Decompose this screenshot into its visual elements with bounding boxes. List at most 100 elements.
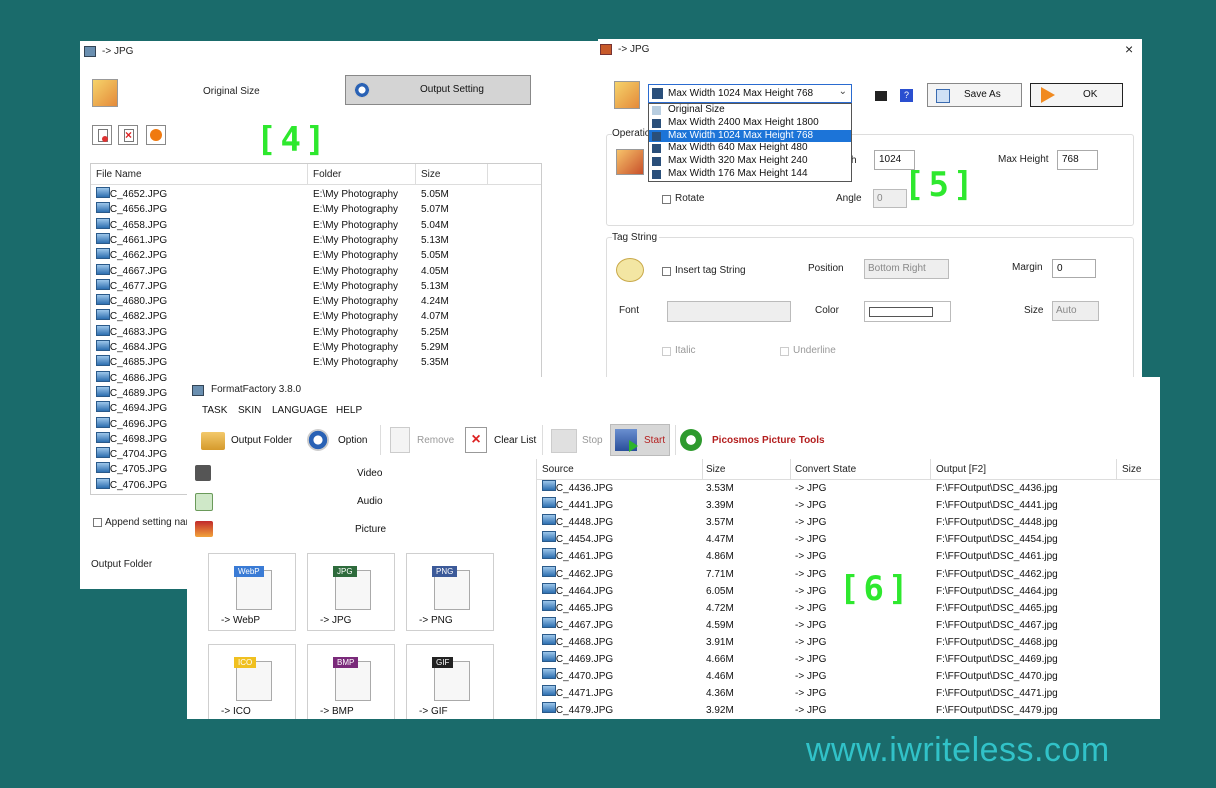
remove-button[interactable]: Remove xyxy=(390,427,458,453)
table-row[interactable]: DSC_4468.JPG 3.91M -> JPG F:\FFOutput\DSC_4… xyxy=(537,633,1160,651)
remove-file-button[interactable]: × xyxy=(118,125,138,145)
table-row[interactable]: DSC_4667.JPG E:\My Photography 4.05M xyxy=(91,263,541,279)
watermark: www.iwriteless.com xyxy=(806,731,1110,769)
col-file-name[interactable]: File Name xyxy=(96,169,142,180)
col-size[interactable]: Size xyxy=(706,464,725,475)
file-name-cell: DSC_4698.JPG xyxy=(96,431,167,447)
format-tile-ico[interactable]: ICO -> ICO xyxy=(208,644,296,719)
preset-option[interactable]: Original Size xyxy=(649,104,851,117)
font-select[interactable] xyxy=(667,301,791,322)
folder-cell: E:\My Photography xyxy=(313,357,399,369)
format-tile-gif[interactable]: GIF -> GIF xyxy=(406,644,494,719)
output-folder-button[interactable]: Output Folder xyxy=(201,427,311,453)
cmd-icon[interactable] xyxy=(875,91,887,101)
table-row[interactable]: DSC_4684.JPG E:\My Photography 5.29M xyxy=(91,340,541,355)
preset-option-label: Max Width 176 Max Height 144 xyxy=(668,168,808,179)
start-button[interactable]: Start xyxy=(610,424,670,456)
col-size[interactable]: Size xyxy=(421,169,440,180)
size-cell: 3.39M xyxy=(706,500,734,512)
append-setting-checkbox[interactable] xyxy=(93,518,102,527)
table-row[interactable]: DSC_4479.JPG 3.92M -> JPG F:\FFOutput\DSC_4… xyxy=(537,702,1160,719)
preset-option[interactable]: Max Width 2400 Max Height 1800 xyxy=(649,117,851,130)
table-row[interactable]: DSC_4685.JPG E:\My Photography 5.35M xyxy=(91,355,541,370)
table-row[interactable]: DSC_4448.JPG 3.57M -> JPG F:\FFOutput\DSC_4… xyxy=(537,514,1160,531)
col-output[interactable]: Output [F2] xyxy=(936,464,986,475)
output-setting-button[interactable]: Output Setting xyxy=(345,75,531,105)
preset-select[interactable]: Max Width 1024 Max Height 768 ⌄ xyxy=(648,84,852,103)
table-row[interactable]: DSC_4661.JPG E:\My Photography 5.13M xyxy=(91,232,541,248)
menu-language[interactable]: LANGUAGE xyxy=(272,405,328,416)
table-row[interactable]: DSC_4461.JPG 4.86M -> JPG F:\FFOutput\DSC_4… xyxy=(537,548,1160,565)
col-source[interactable]: Source xyxy=(542,464,574,475)
table-row[interactable]: DSC_4656.JPG E:\My Photography 5.07M xyxy=(91,202,541,217)
option-label: Option xyxy=(338,435,368,446)
table-row[interactable]: DSC_4454.JPG 4.47M -> JPG F:\FFOutput\DSC_4… xyxy=(537,531,1160,548)
table-row[interactable]: DSC_4662.JPG E:\My Photography 5.05M xyxy=(91,248,541,263)
max-height-input[interactable]: 768 xyxy=(1057,150,1098,170)
preset-option[interactable]: Max Width 176 Max Height 144 xyxy=(649,168,851,181)
category-audio-label: Audio xyxy=(357,496,383,507)
format-tile-bmp[interactable]: BMP -> BMP xyxy=(307,644,395,719)
file-name-cell: DSC_4705.JPG xyxy=(96,462,167,477)
table-row[interactable]: DSC_4680.JPG E:\My Photography 4.24M xyxy=(91,294,541,309)
table-row[interactable]: DSC_4683.JPG E:\My Photography 5.25M xyxy=(91,324,541,340)
close-button[interactable]: × xyxy=(1125,41,1133,57)
stop-icon xyxy=(551,429,577,453)
menu-task[interactable]: TASK xyxy=(202,405,227,416)
menu-help[interactable]: HELP xyxy=(336,405,362,416)
format-tile-jpg[interactable]: JPG -> JPG xyxy=(307,553,395,631)
angle-input[interactable]: 0 xyxy=(873,189,907,208)
source-cell: DSC_4469.JPG xyxy=(542,651,613,668)
size-cell: 4.47M xyxy=(706,534,734,546)
underline-checkbox[interactable] xyxy=(780,347,789,356)
preset-option[interactable]: Max Width 320 Max Height 240 xyxy=(649,155,851,168)
start-label: Start xyxy=(644,435,666,446)
option-button[interactable]: Option xyxy=(307,427,377,453)
preset-option[interactable]: Max Width 1024 Max Height 768 xyxy=(649,129,851,143)
table-row[interactable]: DSC_4467.JPG 4.59M -> JPG F:\FFOutput\DSC_4… xyxy=(537,616,1160,634)
category-audio[interactable]: Audio xyxy=(193,491,533,513)
preset-option[interactable]: Max Width 640 Max Height 480 xyxy=(649,142,851,155)
italic-checkbox[interactable] xyxy=(662,347,671,356)
table-row[interactable]: DSC_4469.JPG 4.66M -> JPG F:\FFOutput\DSC_4… xyxy=(537,651,1160,668)
clear-list-icon: × xyxy=(465,427,487,453)
format-tile-png[interactable]: PNG -> PNG xyxy=(406,553,494,631)
col-divider xyxy=(307,164,308,184)
x-icon: × xyxy=(125,128,133,142)
ok-button[interactable]: OK xyxy=(1030,83,1123,107)
table-row[interactable]: DSC_4652.JPG E:\My Photography 5.05M xyxy=(91,187,541,202)
table-row[interactable]: DSC_4470.JPG 4.46M -> JPG F:\FFOutput\DSC_4… xyxy=(537,668,1160,685)
table-row[interactable]: DSC_4658.JPG E:\My Photography 5.04M xyxy=(91,217,541,233)
stop-button[interactable]: Stop xyxy=(551,427,607,453)
table-row[interactable]: DSC_4436.JPG 3.53M -> JPG F:\FFOutput\DSC_4… xyxy=(537,480,1160,497)
add-file-button[interactable] xyxy=(92,125,112,145)
picosmos-button[interactable]: Picosmos Picture Tools xyxy=(680,427,830,453)
color-select[interactable] xyxy=(864,301,951,322)
insert-tag-checkbox[interactable] xyxy=(662,267,671,276)
col-output-size[interactable]: Size xyxy=(1122,464,1141,475)
size-select[interactable]: Auto xyxy=(1052,301,1099,321)
position-select[interactable]: Bottom Right xyxy=(864,259,949,279)
help-icon[interactable]: ? xyxy=(900,89,913,102)
col-convert-state[interactable]: Convert State xyxy=(795,464,856,475)
folder-cell: E:\My Photography xyxy=(313,265,399,277)
ok-label: OK xyxy=(1083,89,1098,100)
rotate-checkbox[interactable] xyxy=(662,195,671,204)
play-button[interactable] xyxy=(146,125,166,145)
save-as-button[interactable]: Save As xyxy=(927,83,1022,107)
clear-list-button[interactable]: × Clear List xyxy=(465,427,540,453)
col-folder[interactable]: Folder xyxy=(313,169,341,180)
format-tile-webp[interactable]: WebP -> WebP xyxy=(208,553,296,631)
table-row[interactable]: DSC_4682.JPG E:\My Photography 4.07M xyxy=(91,309,541,324)
image-file-icon xyxy=(96,309,110,321)
picosmos-label: Picosmos Picture Tools xyxy=(712,435,825,446)
output-cell: F:\FFOutput\DSC_4471.jpg xyxy=(936,688,1058,700)
category-video[interactable]: Video xyxy=(193,463,533,485)
resize-icon xyxy=(616,149,644,175)
table-row[interactable]: DSC_4471.JPG 4.36M -> JPG F:\FFOutput\DSC_4… xyxy=(537,685,1160,702)
table-row[interactable]: DSC_4677.JPG E:\My Photography 5.13M xyxy=(91,278,541,294)
margin-input[interactable]: 0 xyxy=(1052,259,1096,278)
menu-skin[interactable]: SKIN xyxy=(238,405,261,416)
table-row[interactable]: DSC_4441.JPG 3.39M -> JPG F:\FFOutput\DSC_4… xyxy=(537,497,1160,514)
category-picture[interactable]: Picture xyxy=(193,519,533,541)
